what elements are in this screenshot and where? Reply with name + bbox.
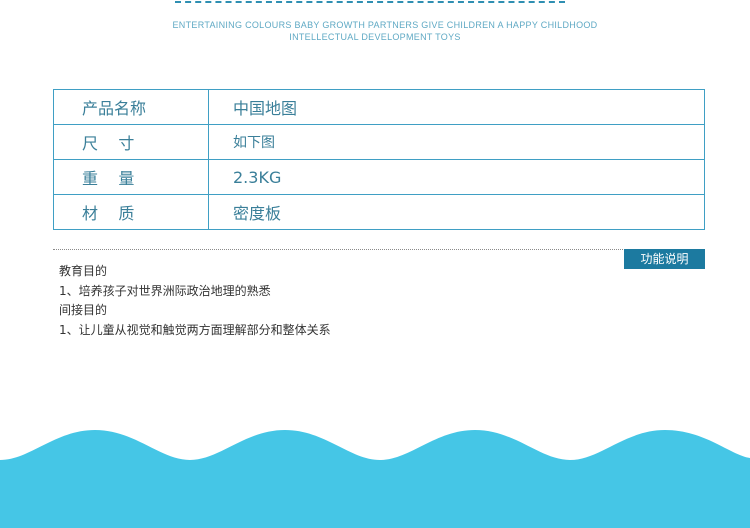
spec-label: 尺 寸 (53, 124, 209, 160)
tagline-line-1: ENTERTAINING COLOURS BABY GROWTH PARTNER… (172, 20, 598, 30)
spec-label: 材 质 (53, 194, 209, 230)
spec-row-weight: 重 量 2.3KG (53, 159, 705, 195)
description-line: 1、让儿童从视觉和触觉两方面理解部分和整体关系 (59, 322, 331, 337)
spec-row-name: 产品名称 中国地图 (53, 89, 705, 125)
wave-decoration (0, 430, 750, 528)
spec-value: 中国地图 (208, 89, 705, 125)
spec-row-material: 材 质 密度板 (53, 194, 705, 230)
spec-row-size: 尺 寸 如下图 (53, 124, 705, 160)
top-dashed-rule (175, 1, 565, 3)
spec-value: 如下图 (208, 124, 705, 160)
description-line: 教育目的 (59, 264, 108, 278)
description-line: 1、培养孩子对世界洲际政治地理的熟悉 (59, 283, 271, 298)
function-description: 教育目的 1、培养孩子对世界洲际政治地理的熟悉 间接目的 1、让儿童从视觉和触觉… (59, 262, 331, 340)
product-spec-table: 产品名称 中国地图 尺 寸 如下图 重 量 2.3KG 材 质 密度板 (53, 89, 705, 230)
description-line: 间接目的 (59, 303, 108, 317)
spec-value: 2.3KG (208, 159, 705, 195)
spec-value: 密度板 (208, 194, 705, 230)
section-divider (53, 249, 625, 250)
wave-shape (0, 430, 750, 528)
spec-label: 重 量 (53, 159, 209, 195)
function-description-tab[interactable]: 功能说明 (624, 249, 705, 269)
tagline-line-2: INTELLECTUAL DEVELOPMENT TOYS (289, 32, 461, 42)
spec-label: 产品名称 (53, 89, 209, 125)
